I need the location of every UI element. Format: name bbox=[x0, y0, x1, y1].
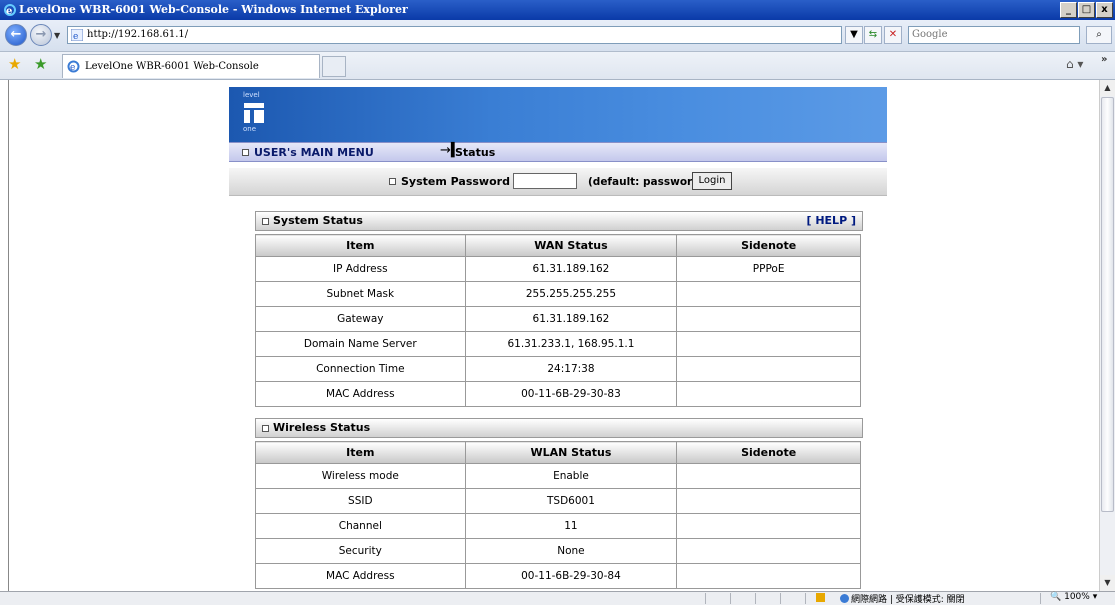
password-label: System Password : bbox=[401, 175, 519, 188]
back-button[interactable]: ← bbox=[5, 24, 27, 46]
password-bar: System Password : (default: password) Lo… bbox=[229, 168, 887, 196]
refresh-button[interactable]: ⇆ bbox=[864, 26, 882, 44]
forward-button[interactable]: → bbox=[30, 24, 52, 46]
column-header: Item bbox=[255, 234, 466, 257]
minimize-button[interactable]: _ bbox=[1060, 2, 1077, 18]
bullet-icon bbox=[262, 425, 269, 432]
table-row: Subnet Mask 255.255.255.255 bbox=[255, 281, 861, 307]
scroll-down-arrow-icon[interactable]: ▼ bbox=[1100, 575, 1115, 591]
window-title: LevelOne WBR-6001 Web-Console - Windows … bbox=[19, 3, 408, 16]
maximize-button[interactable]: □ bbox=[1078, 2, 1095, 18]
column-header: Sidenote bbox=[676, 234, 861, 257]
logo-mark-icon bbox=[244, 103, 264, 123]
close-window-button[interactable]: x bbox=[1096, 2, 1113, 18]
password-input[interactable] bbox=[513, 173, 577, 189]
bullet-icon bbox=[262, 218, 269, 225]
table-row: Gateway 61.31.189.162 bbox=[255, 306, 861, 332]
login-button[interactable]: Login bbox=[692, 172, 732, 190]
stop-button[interactable]: ✕ bbox=[884, 26, 902, 44]
add-favorites-icon[interactable]: ★ bbox=[34, 57, 47, 72]
svg-text:e: e bbox=[6, 6, 12, 17]
favorites-star-icon[interactable]: ★ bbox=[8, 57, 21, 72]
wireless-status-table: Item WLAN Status Sidenote Wireless mode E… bbox=[255, 441, 861, 589]
tab-bar: ★ ★ e LevelOne WBR-6001 Web-Console ⌂ ▾ … bbox=[0, 52, 1115, 80]
table-row: SSID TSD6001 bbox=[255, 488, 861, 514]
tab-label: LevelOne WBR-6001 Web-Console bbox=[85, 61, 259, 72]
table-row: Wireless mode Enable bbox=[255, 463, 861, 489]
vertical-scrollbar[interactable]: ▲ ▼ bbox=[1099, 80, 1115, 591]
arrow-left-icon: ← bbox=[10, 27, 22, 42]
column-header: Sidenote bbox=[676, 441, 861, 464]
scroll-up-arrow-icon[interactable]: ▲ bbox=[1100, 80, 1115, 96]
wireless-status-header: Wireless Status bbox=[255, 418, 863, 438]
status-menu-item[interactable]: Status bbox=[455, 146, 495, 159]
more-tools-chevron-icon[interactable]: » bbox=[1101, 54, 1107, 65]
section-title: Wireless Status bbox=[273, 421, 371, 434]
protected-mode-icon bbox=[816, 593, 825, 602]
svg-text:e: e bbox=[70, 63, 75, 73]
table-row: IP Address 61.31.189.162 PPPoE bbox=[255, 256, 861, 282]
status-bar: 網際網路 | 受保護模式: 關閉 🔍 100% ▾ bbox=[0, 591, 1115, 605]
search-placeholder: Google bbox=[912, 29, 948, 40]
main-menu-link[interactable]: USER's MAIN MENU bbox=[254, 146, 374, 159]
system-status-table: Item WAN Status Sidenote IP Address 61.31… bbox=[255, 234, 861, 407]
security-zone[interactable]: 網際網路 | 受保護模式: 關閉 bbox=[840, 592, 965, 605]
arrow-right-icon: → bbox=[35, 27, 47, 42]
column-header: Item bbox=[255, 441, 466, 464]
address-toolbar: ← → ▼ e http://192.168.61.1/ ▼ ⇆ ✕ Googl… bbox=[0, 20, 1115, 52]
column-header: WAN Status bbox=[464, 234, 678, 257]
section-title: System Status bbox=[273, 214, 363, 227]
zoom-level[interactable]: 🔍 100% ▾ bbox=[1050, 592, 1097, 602]
bullet-icon bbox=[242, 149, 249, 156]
search-icon[interactable]: ⌕ bbox=[1086, 26, 1112, 44]
page-viewport: level one USER's MAIN MENU →▍ Status Sys… bbox=[8, 80, 1099, 591]
history-dropdown-icon[interactable]: ▼ bbox=[54, 31, 60, 40]
address-url: http://192.168.61.1/ bbox=[87, 29, 189, 40]
levelone-logo: level one bbox=[243, 91, 273, 139]
tab-active[interactable]: e LevelOne WBR-6001 Web-Console bbox=[62, 54, 320, 78]
wireless-status-section: Wireless Status Item WLAN Status Sidenot… bbox=[255, 418, 863, 589]
table-row: Connection Time 24:17:38 bbox=[255, 356, 861, 382]
ie-page-icon: e bbox=[67, 60, 80, 73]
password-hint: (default: password) bbox=[588, 176, 705, 188]
new-tab-button[interactable] bbox=[322, 56, 346, 77]
header-banner: level one bbox=[229, 87, 887, 142]
ie-page-icon: e bbox=[71, 29, 83, 41]
search-input[interactable]: Google bbox=[908, 26, 1080, 44]
help-link[interactable]: [ HELP ] bbox=[806, 214, 856, 227]
home-icon[interactable]: ⌂ ▾ bbox=[1066, 57, 1083, 71]
table-row: MAC Address 00-11-6B-29-30-83 bbox=[255, 381, 861, 407]
system-status-section: System Status [ HELP ] Item WAN Status S… bbox=[255, 211, 863, 407]
table-row: Channel 11 bbox=[255, 513, 861, 539]
column-header: WLAN Status bbox=[464, 441, 678, 464]
main-menu-bar: USER's MAIN MENU →▍ Status bbox=[229, 142, 887, 162]
address-dropdown-button[interactable]: ▼ bbox=[845, 26, 863, 44]
globe-icon bbox=[840, 594, 849, 603]
system-status-header: System Status [ HELP ] bbox=[255, 211, 863, 231]
ie-logo-icon: e bbox=[4, 4, 16, 17]
table-row: MAC Address 00-11-6B-29-30-84 bbox=[255, 563, 861, 589]
bullet-icon bbox=[389, 178, 396, 185]
window-title-bar: e LevelOne WBR-6001 Web-Console - Window… bbox=[0, 0, 1115, 20]
scrollbar-thumb[interactable] bbox=[1101, 97, 1114, 512]
table-row: Domain Name Server 61.31.233.1, 168.95.1.… bbox=[255, 331, 861, 357]
zoom-icon: 🔍 bbox=[1050, 592, 1062, 602]
address-field[interactable]: e http://192.168.61.1/ bbox=[67, 26, 842, 44]
svg-text:e: e bbox=[73, 32, 78, 41]
table-row: Security None bbox=[255, 538, 861, 564]
